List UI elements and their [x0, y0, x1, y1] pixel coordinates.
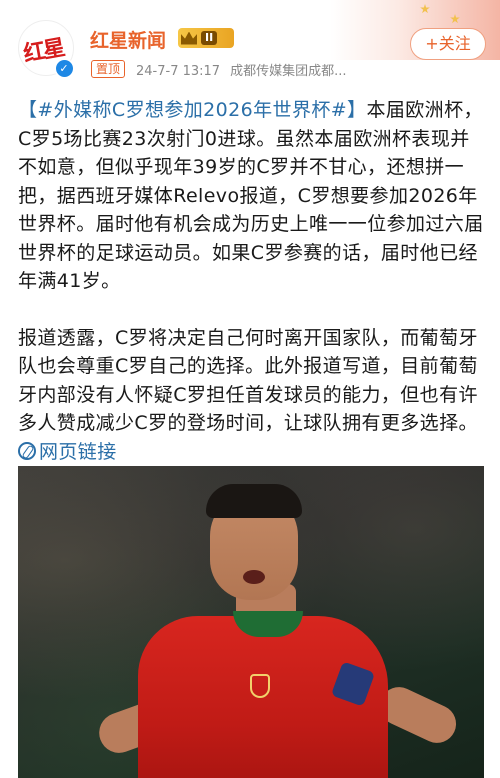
player-hair: [206, 484, 302, 518]
star-icon: [420, 4, 430, 14]
star-icon: [450, 14, 460, 24]
verified-icon: ✓: [55, 59, 73, 77]
follow-button[interactable]: +关注: [410, 28, 486, 60]
crown-icon: [181, 31, 197, 45]
hashtag-link[interactable]: 【#外媒称C罗想参加2026年世界杯#】: [18, 99, 366, 121]
paragraph-1: 【#外媒称C罗想参加2026年世界杯#】本届欧洲杯，C罗5场比赛23次射门0进球…: [18, 96, 484, 296]
level-badge[interactable]: II: [178, 28, 234, 48]
pinned-tag: 置顶: [91, 60, 126, 78]
post-meta: 24-7-7 13:17 成都传媒集团成都...: [136, 60, 346, 79]
post-header: 红星 ✓ 红星新闻 II 置顶 24-7-7 13:17 成都传媒集团成都... …: [0, 0, 500, 90]
post-image[interactable]: [18, 466, 484, 778]
post-timestamp: 24-7-7 13:17: [136, 64, 221, 79]
web-link[interactable]: 网页链接: [18, 441, 117, 463]
paragraph-1-text: 本届欧洲杯，C罗5场比赛23次射门0进球。虽然本届欧洲杯表现并不如意，但似乎现年…: [18, 99, 484, 292]
post-source: 成都传媒集团成都...: [230, 64, 347, 79]
web-link-label: 网页链接: [39, 440, 117, 463]
player-mouth: [243, 570, 265, 584]
post-content: 【#外媒称C罗想参加2026年世界杯#】本届欧洲杯，C罗5场比赛23次射门0进球…: [18, 96, 484, 466]
account-name[interactable]: 红星新闻: [90, 26, 166, 53]
paragraph-2: 报道透露，C罗将决定自己何时离开国家队，而葡萄牙队也会尊重C罗自己的选择。此外报…: [18, 324, 484, 467]
link-icon: [18, 441, 36, 460]
verified-badge: ✓: [54, 58, 74, 78]
level-label: II: [201, 31, 218, 45]
paragraph-2-text: 报道透露，C罗将决定自己何时离开国家队，而葡萄牙队也会尊重C罗自己的选择。此外报…: [18, 326, 478, 435]
jersey-crest: [250, 674, 270, 698]
